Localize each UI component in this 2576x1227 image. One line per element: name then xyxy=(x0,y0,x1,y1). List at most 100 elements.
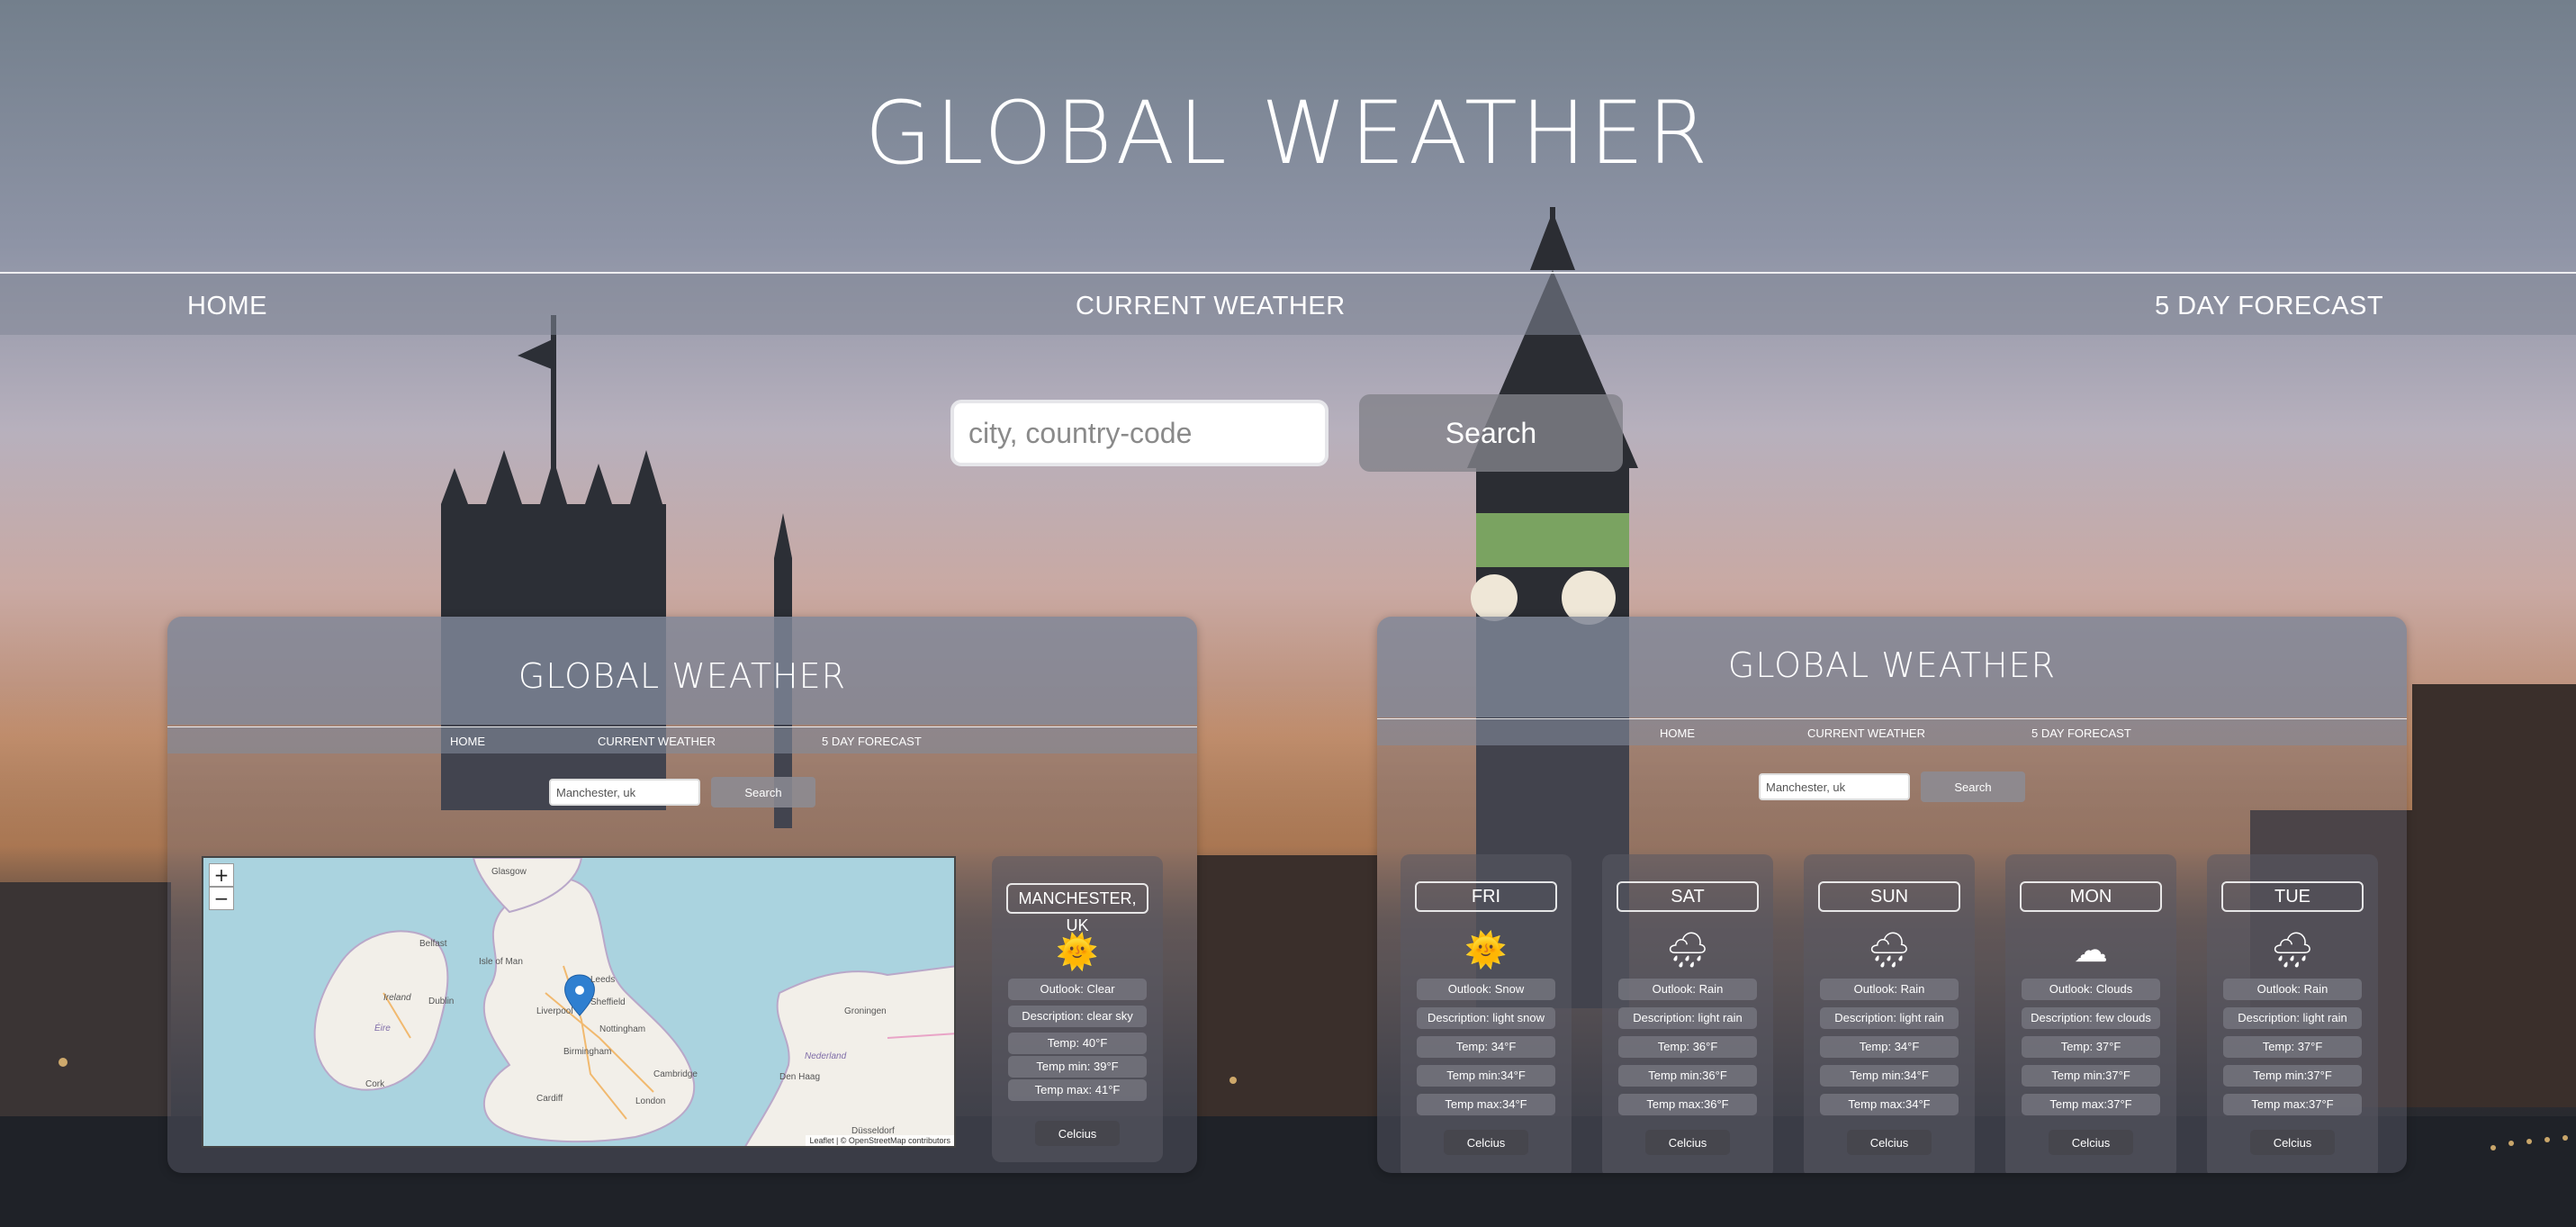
temp-text: Temp: 34°F xyxy=(1820,1036,1959,1058)
temp-max-text: Temp max:37°F xyxy=(2022,1094,2160,1115)
temp-text: Temp: 36°F xyxy=(1618,1036,1757,1058)
temp-min-text: Temp min:36°F xyxy=(1618,1065,1757,1087)
map-label: Liverpool xyxy=(536,1006,573,1016)
map-label: Leeds xyxy=(590,975,616,985)
temp-text: Temp: 40°F xyxy=(1008,1033,1147,1054)
outlook-text: Outlook: Rain xyxy=(1820,979,1959,1000)
forecast-card-tue: TUE 🌧 Outlook: Rain Description: light r… xyxy=(2207,854,2378,1173)
celcius-toggle-button[interactable]: Celcius xyxy=(1444,1130,1528,1155)
forecast-card-fri: FRI 🌞 Outlook: Snow Description: light s… xyxy=(1401,854,1572,1173)
map-label: Sheffield xyxy=(590,997,626,1007)
map-label: Cambridge xyxy=(653,1069,698,1079)
day-name: TUE xyxy=(2221,881,2364,912)
search-button[interactable]: Search xyxy=(1359,394,1623,472)
temp-max-text: Temp max:34°F xyxy=(1417,1094,1555,1115)
preview-search-button[interactable]: Search xyxy=(711,777,815,807)
celcius-toggle-button[interactable]: Celcius xyxy=(1035,1121,1120,1146)
description-text: Description: light snow xyxy=(1417,1007,1555,1029)
cloud-icon: ☁ xyxy=(2074,930,2108,970)
map-label: Glasgow xyxy=(491,867,527,877)
day-name: MON xyxy=(2020,881,2162,912)
rain-cloud-icon: 🌧 xyxy=(2270,930,2315,970)
map-label: Nottingham xyxy=(599,1024,646,1034)
temp-max-text: Temp max: 41°F xyxy=(1008,1079,1147,1101)
temp-min-text: Temp min:34°F xyxy=(1820,1065,1959,1087)
temp-text: Temp: 34°F xyxy=(1417,1036,1555,1058)
preview-search-input[interactable] xyxy=(1759,773,1910,800)
temp-text: Temp: 37°F xyxy=(2223,1036,2362,1058)
celcius-toggle-button[interactable]: Celcius xyxy=(1645,1130,1730,1155)
preview-navbar: HOME CURRENT WEATHER 5 DAY FORECAST xyxy=(1377,718,2407,745)
site-title: GLOBAL WEATHER xyxy=(864,83,1712,184)
current-weather-preview: GLOBAL WEATHER HOME CURRENT WEATHER 5 DA… xyxy=(167,617,1197,1173)
map-label: Éire xyxy=(374,1024,391,1033)
rain-cloud-icon: 🌧 xyxy=(1665,930,1710,970)
map-label: London xyxy=(635,1096,666,1106)
preview-nav-home[interactable]: HOME xyxy=(450,735,485,748)
description-text: Description: light rain xyxy=(1618,1007,1757,1029)
zoom-out-button[interactable]: − xyxy=(209,887,234,910)
preview-nav-home[interactable]: HOME xyxy=(1660,726,1695,740)
main-navbar: HOME CURRENT WEATHER 5 DAY FORECAST xyxy=(0,272,2576,335)
day-name: SUN xyxy=(1818,881,1960,912)
map-label: Isle of Man xyxy=(479,957,523,967)
map-attribution[interactable]: Leaflet | © OpenStreetMap contributors xyxy=(806,1135,954,1146)
preview-search-button[interactable]: Search xyxy=(1921,771,2025,802)
preview-nav-current[interactable]: CURRENT WEATHER xyxy=(598,735,716,748)
temp-text: Temp: 37°F xyxy=(2022,1036,2160,1058)
sun-icon: 🌞 xyxy=(1464,930,1508,970)
outlook-text: Outlook: Clouds xyxy=(2022,979,2160,1000)
outlook-text: Outlook: Clear xyxy=(1008,979,1147,1000)
temp-min-text: Temp min:37°F xyxy=(2223,1065,2362,1087)
preview-nav-current[interactable]: CURRENT WEATHER xyxy=(1807,726,1925,740)
forecast-card-mon: MON ☁ Outlook: Clouds Description: few c… xyxy=(2005,854,2176,1173)
celcius-toggle-button[interactable]: Celcius xyxy=(2049,1130,2133,1155)
description-text: Description: light rain xyxy=(2223,1007,2362,1029)
nav-home-link[interactable]: HOME xyxy=(187,292,267,321)
description-text: Description: light rain xyxy=(1820,1007,1959,1029)
forecast-preview: GLOBAL WEATHER HOME CURRENT WEATHER 5 DA… xyxy=(1377,617,2407,1173)
temp-max-text: Temp max:37°F xyxy=(2223,1094,2362,1115)
preview-nav-forecast[interactable]: 5 DAY FORECAST xyxy=(822,735,922,748)
temp-min-text: Temp min: 39°F xyxy=(1008,1056,1147,1078)
nav-current-weather-link[interactable]: CURRENT WEATHER xyxy=(1076,292,1346,321)
preview-title: GLOBAL WEATHER xyxy=(1727,645,2057,685)
map-label: Dublin xyxy=(428,997,455,1006)
outlook-text: Outlook: Snow xyxy=(1417,979,1555,1000)
description-text: Description: clear sky xyxy=(1008,1006,1147,1027)
temp-max-text: Temp max:36°F xyxy=(1618,1094,1757,1115)
temp-max-text: Temp max:34°F xyxy=(1820,1094,1959,1115)
sun-icon: 🌞 xyxy=(1056,932,1099,971)
map-label: Groningen xyxy=(844,1006,887,1016)
map-label: Den Haag xyxy=(779,1072,821,1082)
preview-nav-forecast[interactable]: 5 DAY FORECAST xyxy=(2031,726,2131,740)
preview-search-input[interactable] xyxy=(549,779,700,806)
celcius-toggle-button[interactable]: Celcius xyxy=(2250,1130,2335,1155)
current-weather-card: MANCHESTER, UK 🌞 Outlook: Clear Descript… xyxy=(992,856,1163,1162)
city-search-input[interactable] xyxy=(950,400,1329,466)
map-label: Ireland xyxy=(383,993,411,1003)
map-label: Nederland xyxy=(805,1051,847,1061)
forecast-card-sat: SAT 🌧 Outlook: Rain Description: light r… xyxy=(1602,854,1773,1173)
nav-five-day-forecast-link[interactable]: 5 DAY FORECAST xyxy=(2155,292,2383,321)
outlook-text: Outlook: Rain xyxy=(2223,979,2362,1000)
map-label: Birmingham xyxy=(563,1047,612,1057)
map-label: Belfast xyxy=(419,939,447,949)
location-map[interactable]: + − Glasgow Isle of Man Ireland Éire Dub… xyxy=(202,856,956,1148)
celcius-toggle-button[interactable]: Celcius xyxy=(1847,1130,1932,1155)
preview-navbar: HOME CURRENT WEATHER 5 DAY FORECAST xyxy=(167,726,1197,753)
map-label: Cardiff xyxy=(536,1094,563,1104)
preview-title: GLOBAL WEATHER xyxy=(518,656,847,696)
outlook-text: Outlook: Rain xyxy=(1618,979,1757,1000)
city-name: MANCHESTER, UK xyxy=(1006,883,1148,934)
forecast-card-sun: SUN 🌧 Outlook: Rain Description: light r… xyxy=(1804,854,1975,1173)
zoom-in-button[interactable]: + xyxy=(209,863,234,887)
day-name: SAT xyxy=(1617,881,1759,912)
map-tiles xyxy=(313,858,954,1146)
map-label: Cork xyxy=(365,1079,385,1089)
temp-min-text: Temp min:37°F xyxy=(2022,1065,2160,1087)
day-name: FRI xyxy=(1415,881,1557,912)
temp-min-text: Temp min:34°F xyxy=(1417,1065,1555,1087)
rain-cloud-icon: 🌧 xyxy=(1867,930,1912,970)
description-text: Description: few clouds xyxy=(2022,1007,2160,1029)
